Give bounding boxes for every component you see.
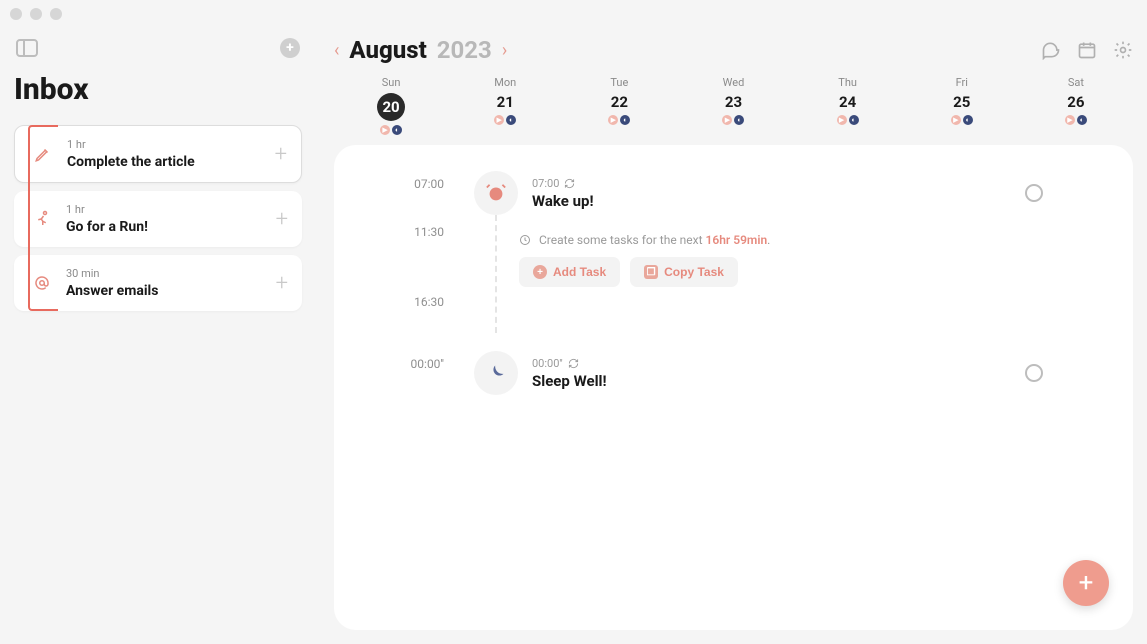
main: ‹ August 2023 › Sun — [320, 28, 1147, 644]
card-title: Go for a Run! — [66, 219, 276, 235]
day-num: 25 — [953, 93, 970, 111]
window-close-dot[interactable] — [10, 8, 22, 20]
day-num: 21 — [497, 93, 514, 111]
alarm-icon — [474, 171, 518, 215]
day-col-sat[interactable]: Sat 26 ▶◐ — [1019, 76, 1133, 135]
card-duration: 1 hr — [67, 138, 275, 151]
day-col-thu[interactable]: Thu 24 ▶◐ — [791, 76, 905, 135]
event-complete-checkbox[interactable] — [1025, 184, 1043, 202]
event-meta: 07:00 — [532, 177, 1011, 190]
time-label: 07:00 — [364, 171, 474, 191]
run-icon — [32, 209, 52, 229]
day-name: Tue — [610, 76, 628, 89]
add-inbox-button[interactable]: + — [280, 38, 300, 58]
day-indicators: ▶◐ — [722, 115, 744, 125]
calendar-icon[interactable] — [1077, 40, 1097, 60]
day-num: 22 — [611, 93, 628, 111]
inbox-card[interactable]: 1 hr Go for a Run! + — [14, 191, 302, 247]
card-duration: 30 min — [66, 267, 276, 280]
pencil-icon — [33, 144, 53, 164]
day-name: Wed — [723, 76, 745, 89]
timeline-slot: 11:30 — [364, 225, 1103, 251]
time-label: 11:30 — [364, 225, 474, 239]
window-max-dot[interactable] — [50, 8, 62, 20]
day-indicators: ▶◐ — [380, 125, 402, 135]
day-name: Mon — [494, 76, 516, 89]
day-col-fri[interactable]: Fri 25 ▶◐ — [905, 76, 1019, 135]
window-min-dot[interactable] — [30, 8, 42, 20]
chat-icon[interactable] — [1041, 40, 1061, 60]
day-num: 24 — [839, 93, 856, 111]
copy-task-button[interactable]: ❐ Copy Task — [630, 257, 738, 287]
day-num: 23 — [725, 93, 742, 111]
at-icon — [32, 273, 52, 293]
day-num: 26 — [1067, 93, 1084, 111]
month-label: August — [349, 36, 426, 64]
timeline-event-wake[interactable]: 07:00 07:00 Wake up! — [364, 171, 1103, 215]
day-name: Fri — [956, 76, 968, 89]
day-indicators: ▶◐ — [1065, 115, 1087, 125]
header: ‹ August 2023 › — [334, 36, 1133, 64]
timeline-connector — [495, 215, 497, 333]
fab-add-button[interactable]: + — [1063, 560, 1109, 606]
day-name: Sat — [1068, 76, 1084, 89]
day-indicators: ▶◐ — [837, 115, 859, 125]
card-duration: 1 hr — [66, 203, 276, 216]
event-title: Sleep Well! — [532, 372, 1011, 390]
inbox-list: 1 hr Complete the article + 1 hr Go for … — [14, 125, 302, 311]
copy-icon: ❐ — [644, 265, 658, 279]
day-col-mon[interactable]: Mon 21 ▶◐ — [448, 76, 562, 135]
sidebar: + Inbox 1 hr Complete the article + — [0, 28, 320, 644]
inbox-card[interactable]: 30 min Answer emails + — [14, 255, 302, 311]
add-task-button[interactable]: + Add Task — [519, 257, 620, 287]
day-indicators: ▶◐ — [951, 115, 973, 125]
card-title: Answer emails — [66, 283, 276, 299]
timeline-panel: 07:00 07:00 Wake up! — [334, 145, 1133, 630]
settings-icon[interactable] — [1113, 40, 1133, 60]
plus-icon: + — [533, 265, 547, 279]
next-week-button[interactable]: › — [502, 40, 507, 61]
event-complete-checkbox[interactable] — [1025, 364, 1043, 382]
time-label: 00:00'' — [364, 351, 474, 371]
sidebar-toggle-icon[interactable] — [16, 39, 38, 57]
card-add-button[interactable]: + — [275, 142, 287, 167]
day-col-sun[interactable]: Sun 20 ▶◐ — [334, 76, 448, 135]
year-label: 2023 — [437, 36, 492, 64]
day-col-wed[interactable]: Wed 23 ▶◐ — [676, 76, 790, 135]
day-indicators: ▶◐ — [494, 115, 516, 125]
day-name: Thu — [838, 76, 857, 89]
timeline-event-sleep[interactable]: 00:00'' 00:00'' Sleep Well! — [364, 351, 1103, 395]
moon-icon — [474, 351, 518, 395]
time-label: 16:30 — [364, 295, 474, 309]
timeline-slot: 16:30 — [364, 295, 1103, 321]
day-name: Sun — [382, 76, 401, 89]
inbox-title: Inbox — [14, 72, 302, 107]
window-controls — [0, 0, 1147, 28]
event-meta: 00:00'' — [532, 357, 1011, 370]
week-row: Sun 20 ▶◐ Mon 21 ▶◐ Tue 22 ▶◐ Wed 23 ▶◐ … — [334, 76, 1133, 135]
day-indicators: ▶◐ — [608, 115, 630, 125]
card-add-button[interactable]: + — [276, 271, 288, 296]
day-col-tue[interactable]: Tue 22 ▶◐ — [562, 76, 676, 135]
day-num: 20 — [377, 93, 405, 121]
event-title: Wake up! — [532, 192, 1011, 210]
prev-week-button[interactable]: ‹ — [334, 40, 339, 61]
card-add-button[interactable]: + — [276, 207, 288, 232]
card-title: Complete the article — [67, 154, 275, 170]
inbox-card[interactable]: 1 hr Complete the article + — [14, 125, 302, 183]
